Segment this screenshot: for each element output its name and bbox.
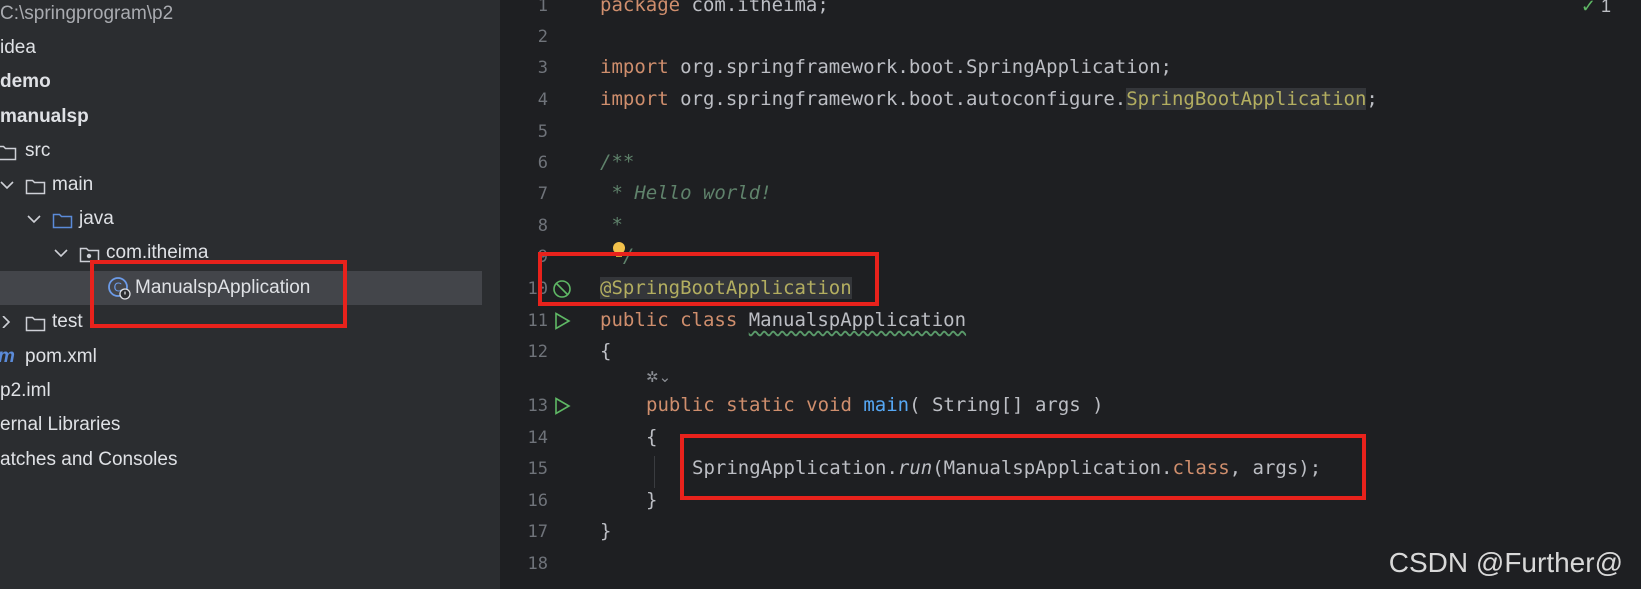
- tree-item-label: ernal Libraries: [0, 414, 121, 435]
- code-line-17: }: [600, 520, 612, 542]
- highlight-box: [90, 260, 347, 328]
- code-token: public class: [600, 309, 749, 331]
- tree-item-pom[interactable]: m pom.xml: [0, 340, 500, 374]
- chevron-right-icon[interactable]: [0, 305, 14, 339]
- inlay-hint-widget[interactable]: ✲⌄: [646, 368, 671, 386]
- line-number: 2: [537, 27, 548, 47]
- code-line-1: package com.itheima;: [600, 0, 829, 16]
- tree-item-label: demo: [0, 71, 51, 92]
- line-number: 13: [527, 396, 548, 416]
- tree-item-manualsp[interactable]: manualsp: [0, 100, 500, 134]
- run-main-icon[interactable]: [552, 396, 572, 416]
- code-token: package: [600, 0, 681, 16]
- tree-item-main[interactable]: main: [0, 168, 500, 202]
- tree-item-iml[interactable]: p2.iml: [0, 374, 500, 408]
- code-line-16: }: [646, 489, 658, 511]
- chevron-down-icon[interactable]: [54, 236, 68, 270]
- tree-item-label: pom.xml: [25, 346, 97, 367]
- code-token: ;: [1366, 88, 1378, 110]
- inspection-count: 1: [1600, 0, 1611, 16]
- tree-item-demo[interactable]: demo: [0, 65, 500, 99]
- project-tree-panel: C:\springprogram\p2 idea demo manualsp s…: [0, 0, 500, 589]
- code-line-7: * Hello world!: [600, 182, 772, 204]
- line-number: 15: [527, 459, 548, 479]
- highlight-box: [538, 252, 879, 306]
- code-token: org.springframework.boot.autoconfigure.: [668, 88, 1127, 110]
- inspection-widget[interactable]: ✓ 1: [1581, 0, 1611, 17]
- code-token: public static void: [646, 394, 864, 416]
- chevron-down-icon[interactable]: [27, 202, 41, 236]
- line-number: 12: [527, 342, 548, 362]
- line-number: 11: [527, 311, 548, 331]
- code-line-4: import org.springframework.boot.autoconf…: [600, 88, 1378, 110]
- chevron-down-icon[interactable]: [0, 168, 14, 202]
- watermark: CSDN @Further@: [1388, 547, 1623, 578]
- tree-item-java[interactable]: java: [0, 202, 500, 236]
- code-token: SpringBootApplication: [1126, 88, 1367, 110]
- tree-item-label: C:\springprogram\p2: [0, 3, 174, 24]
- line-number: 17: [527, 522, 548, 542]
- tree-item-label: src: [25, 140, 51, 161]
- code-line-14: {: [646, 426, 658, 448]
- line-number: 8: [537, 216, 548, 236]
- line-number: 6: [537, 153, 548, 173]
- line-number: 3: [537, 58, 548, 78]
- tree-item-src[interactable]: src: [0, 134, 500, 168]
- tree-item-label: atches and Consoles: [0, 449, 178, 470]
- chevron-down-icon: ⌄: [658, 369, 672, 386]
- tree-item-idea[interactable]: idea: [0, 31, 500, 65]
- code-token: ManualspApplication: [748, 309, 967, 331]
- code-line-11: public class ManualspApplication: [600, 309, 966, 331]
- code-editor[interactable]: ✓ 1 1 2 3 4 5 6 7 8 9 10 11 12 13 14 15 …: [500, 0, 1641, 589]
- run-class-icon[interactable]: [552, 311, 572, 331]
- ai-hint-icon: ✲: [646, 369, 659, 386]
- checkmark-icon: ✓: [1580, 0, 1596, 16]
- highlight-box: [680, 434, 1366, 500]
- maven-icon: m: [0, 340, 15, 374]
- line-number: 5: [537, 122, 548, 142]
- code-token: org.springframework.boot.SpringApplicati…: [668, 56, 1172, 78]
- tree-item-label: p2.iml: [0, 380, 51, 401]
- source-folder-icon: [52, 209, 73, 229]
- folder-icon: [25, 312, 46, 332]
- line-number: 18: [527, 554, 548, 574]
- tree-item-external-libraries[interactable]: ernal Libraries: [0, 408, 500, 442]
- indent-guide: [654, 456, 655, 488]
- tree-item-label: manualsp: [0, 106, 89, 127]
- line-number: 16: [527, 491, 548, 511]
- tree-item-label: idea: [0, 37, 36, 58]
- line-number: 7: [537, 184, 548, 204]
- code-line-13: public static void main( String[] args ): [646, 394, 1104, 416]
- tree-item-scratches[interactable]: atches and Consoles: [0, 443, 500, 477]
- code-token: ( String[] args ): [909, 394, 1104, 416]
- tree-root-path[interactable]: C:\springprogram\p2: [0, 0, 500, 31]
- line-number: 1: [537, 0, 548, 16]
- code-token: import: [600, 88, 669, 110]
- tree-item-label: test: [52, 311, 83, 332]
- tree-item-label: java: [79, 208, 114, 229]
- code-line-12: {: [600, 340, 612, 362]
- line-number: 14: [527, 428, 548, 448]
- code-line-6: /**: [600, 151, 635, 173]
- line-number: 4: [537, 90, 548, 110]
- tree-item-label: main: [52, 174, 94, 195]
- code-line-8: *: [600, 214, 623, 236]
- code-token: main: [863, 394, 910, 416]
- folder-icon: [0, 141, 17, 161]
- folder-icon: [25, 175, 46, 195]
- code-line-3: import org.springframework.boot.SpringAp…: [600, 56, 1172, 78]
- code-token: import: [600, 56, 669, 78]
- code-token: com.itheima;: [680, 0, 829, 16]
